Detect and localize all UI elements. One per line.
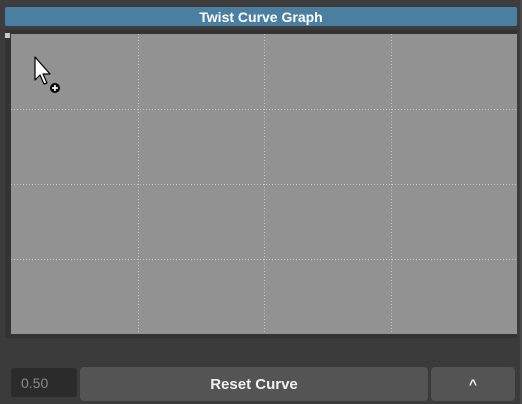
reset-curve-button[interactable]: Reset Curve [80,367,428,401]
window-title: Twist Curve Graph [5,7,517,26]
arrow-cursor-add-icon [34,56,60,93]
expand-button[interactable]: ^ [431,367,515,401]
graph-grid-lines [11,34,517,334]
value-field[interactable]: 0.50 [11,368,77,397]
title-bar: Twist Curve Graph [0,0,522,28]
graph-corner-handle[interactable] [5,33,10,38]
curve-graph-area[interactable] [11,34,517,334]
twist-curve-window: Twist Curve Graph 0.50 Reset Curve ^ [0,0,522,404]
